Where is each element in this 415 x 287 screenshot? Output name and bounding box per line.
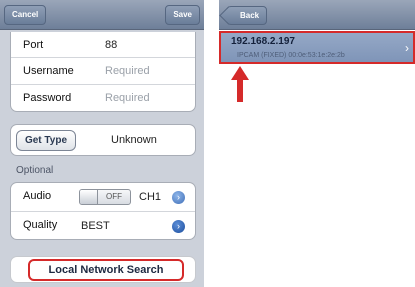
chevron-right-icon[interactable]: › [172,191,185,204]
arrow-up-icon [231,66,249,102]
password-row[interactable]: Password Required [11,85,195,112]
search-group: Local Network Search [10,256,196,283]
back-button[interactable]: Back [227,6,268,25]
toggle-state: OFF [106,192,122,201]
local-network-search-button[interactable]: Local Network Search [28,259,184,281]
toggle-knob [80,190,98,204]
add-camera-screen: Cancel Save Port 88 Username Required Pa… [0,0,204,287]
port-field[interactable]: 88 [105,39,117,51]
optional-section-label: Optional [16,165,54,176]
get-type-button[interactable]: Get Type [16,130,76,151]
credentials-group: Port 88 Username Required Password Requi… [10,32,196,112]
optional-group: Audio OFF CH1 › Quality BEST › [10,182,196,240]
navigation-bar: Back [219,0,415,30]
audio-row: Audio OFF CH1 › [11,183,195,212]
quality-row[interactable]: Quality BEST › [11,212,195,241]
quality-label: Quality [23,219,58,231]
port-row[interactable]: Port 88 [11,32,195,58]
stage: Cancel Save Port 88 Username Required Pa… [0,0,415,287]
device-details: IPCAM (FIXED) 00:0e:53:1e:2e:2b [237,52,345,59]
username-field[interactable]: Required [105,65,150,77]
search-results-screen: Back 192.168.2.197 IPCAM (FIXED) 00:0e:5… [219,0,415,287]
save-button[interactable]: Save [165,5,200,25]
username-row[interactable]: Username Required [11,58,195,85]
device-list-item[interactable]: 192.168.2.197 IPCAM (FIXED) 00:0e:53:1e:… [219,31,415,64]
username-label: Username [23,65,74,77]
password-label: Password [23,92,72,104]
chevron-right-icon: › [405,41,409,55]
cancel-button[interactable]: Cancel [4,5,47,25]
audio-channel: CH1 [139,191,162,203]
audio-label: Audio [23,190,52,202]
type-group: Get Type Unknown [10,124,196,156]
port-label: Port [23,39,44,51]
chevron-right-icon[interactable]: › [172,220,185,233]
back-label: Back [240,11,260,20]
device-ip: 192.168.2.197 [231,36,295,47]
navigation-bar: Cancel Save [0,0,204,30]
type-value: Unknown [111,134,157,146]
password-field[interactable]: Required [105,92,150,104]
quality-value: BEST [81,220,110,232]
audio-toggle[interactable]: OFF [79,189,131,205]
